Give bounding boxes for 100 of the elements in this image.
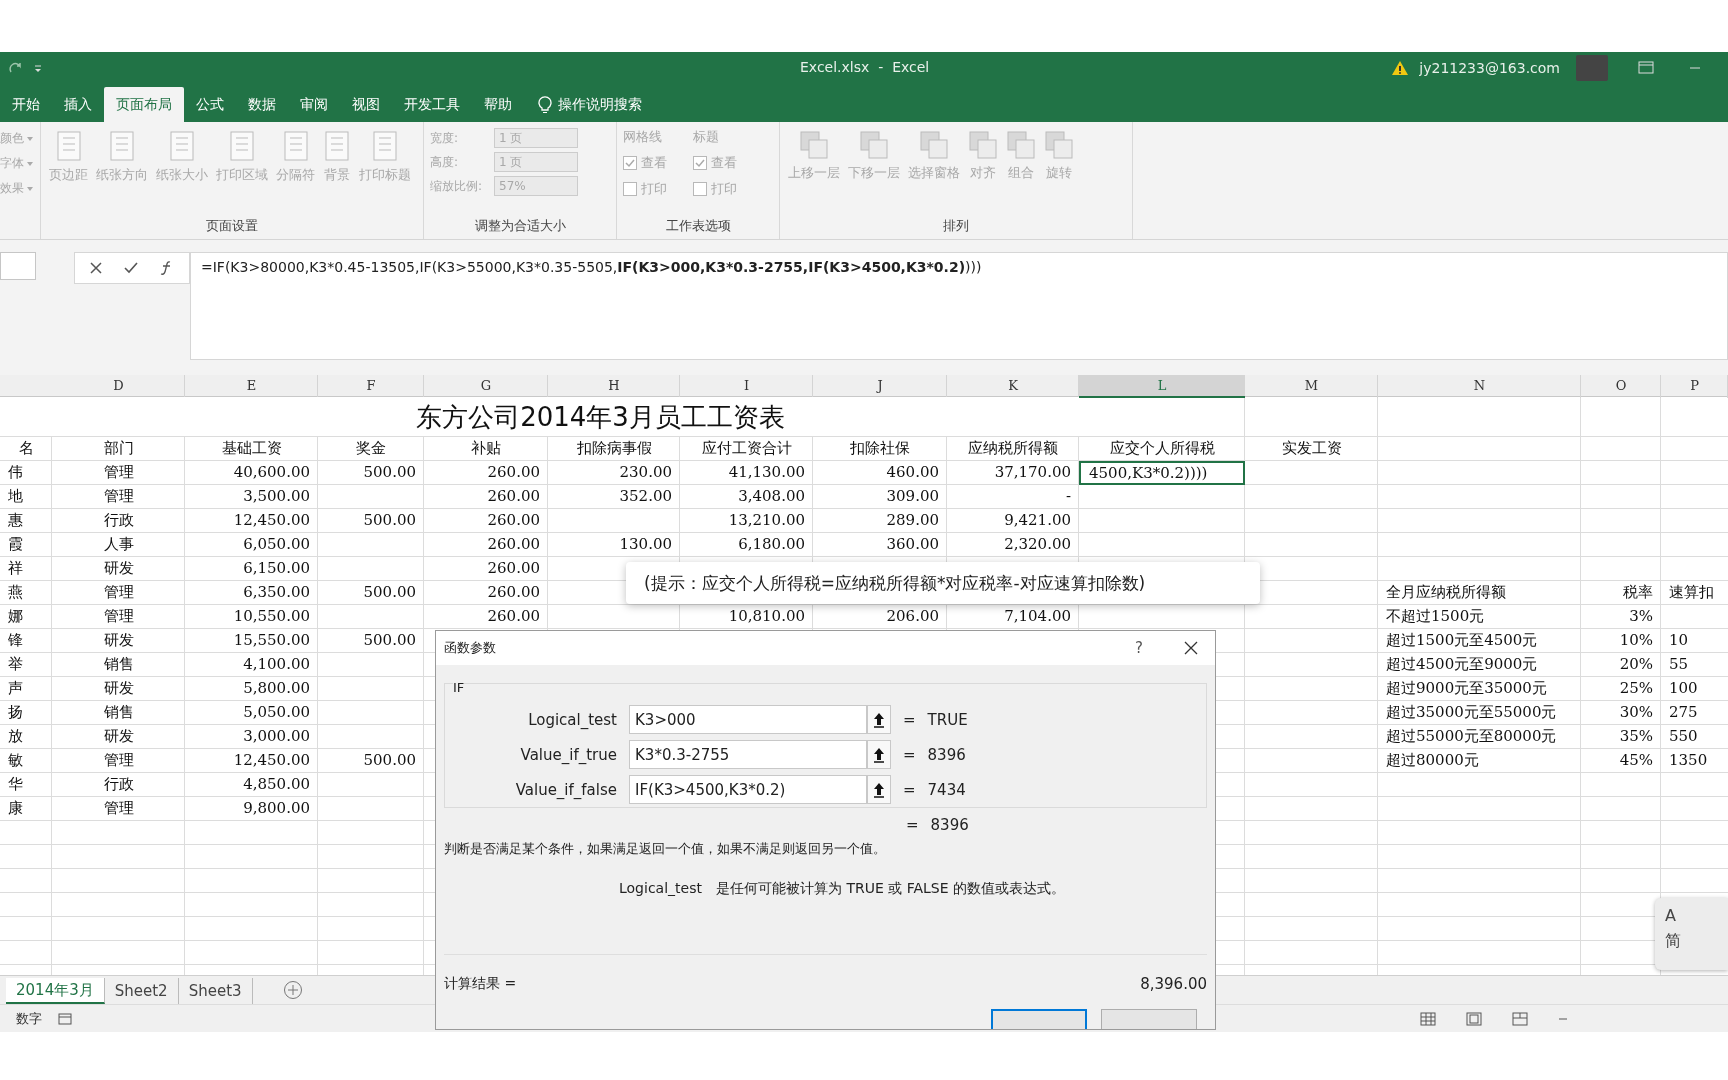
table-cell-text: 华 <box>7 774 24 795</box>
window-title: Excel.xlsx - Excel <box>800 59 930 75</box>
argument-input[interactable]: IF(K3>4500,K3*0.2) <box>629 775 867 804</box>
upload-arrow-icon <box>873 746 885 763</box>
lightbulb-icon <box>538 95 552 114</box>
ribbon-display-icon[interactable] <box>1638 61 1654 74</box>
ribbon-tab[interactable]: 帮助 <box>472 87 524 122</box>
layers-icon <box>1044 130 1074 160</box>
column-header[interactable]: G <box>424 375 548 398</box>
ime-language[interactable]: A <box>1665 906 1718 925</box>
table-cell-text: 550 <box>1668 726 1699 747</box>
ime-mode[interactable]: 简 <box>1665 931 1718 952</box>
equals-sign: = <box>906 816 919 834</box>
argument-label: Value_if_true <box>519 745 618 764</box>
table-cell-text: 260.00 <box>486 486 541 507</box>
table-cell-text: 10% <box>1618 630 1654 651</box>
formula-input[interactable]: =IF(K3>80000,K3*0.45-13505,IF(K3>55000,K3*0.35-5505,IF(K3>000,K3*0.3-2755,IF(K3>4500,K3*0.2)))) <box>190 252 1728 360</box>
collapse-button[interactable] <box>867 705 891 734</box>
warning-icon[interactable] <box>1391 59 1410 76</box>
ribbon-tab[interactable]: 数据 <box>236 87 288 122</box>
ribbon-tab[interactable]: 视图 <box>340 87 392 122</box>
table-cell-text: 10,550.00 <box>232 606 311 627</box>
table-cell-text: 放 <box>7 726 24 747</box>
table-cell-text: 3,000.00 <box>242 726 311 747</box>
sheet-tab[interactable]: 2014年3月 <box>6 978 105 1004</box>
collapse-button[interactable] <box>867 775 891 804</box>
add-sheet-icon[interactable] <box>282 980 303 1000</box>
table-cell-text: 人事 <box>102 534 135 555</box>
page-break-icon[interactable] <box>1512 1011 1528 1026</box>
page-layout-icon[interactable] <box>1466 1011 1482 1026</box>
equals-sign: = <box>903 745 916 764</box>
collapse-button[interactable] <box>867 740 891 769</box>
table-cell-text: 超过35000元至55000元 <box>1385 702 1558 723</box>
table-cell-text: 37,170.00 <box>993 462 1072 483</box>
table-cell-text: 6,150.00 <box>242 558 311 579</box>
table-cell-text: 研发 <box>102 558 135 579</box>
ribbon-tab[interactable]: 审阅 <box>288 87 340 122</box>
column-header[interactable]: J <box>813 375 947 398</box>
table-cell-text: 500.00 <box>362 462 417 483</box>
help-button[interactable]: ? <box>1135 639 1143 657</box>
normal-view-icon[interactable] <box>1420 1011 1436 1026</box>
group-label: 页面设置 <box>205 217 259 235</box>
layers-icon <box>799 130 829 160</box>
table-cell-text: 10 <box>1668 630 1690 651</box>
input-method-widget[interactable]: A 简 <box>1655 898 1728 970</box>
enter-icon[interactable] <box>123 261 139 275</box>
column-header[interactable]: L <box>1079 375 1245 398</box>
table-cell-text: 管理 <box>102 606 135 627</box>
checkbox-label: 打印 <box>641 180 667 198</box>
table-cell-text: 超过9000元至35000元 <box>1385 678 1548 699</box>
table-cell-text: 部门 <box>102 438 135 459</box>
table-cell-text: 55 <box>1668 654 1690 675</box>
table-cell-text: 娜 <box>7 606 24 627</box>
table-cell-text: 20% <box>1618 654 1654 675</box>
table-cell-text: 206.00 <box>885 606 940 627</box>
table-cell-text: 补贴 <box>470 438 502 459</box>
column-header[interactable]: K <box>947 375 1079 398</box>
active-cell[interactable]: 4500,K3*0.2)))) <box>1079 461 1245 485</box>
ribbon-tab[interactable]: 页面布局 <box>104 87 184 122</box>
table-cell-text: 应交个人所得税 <box>1108 438 1216 459</box>
argument-input[interactable]: K3*0.3-2755 <box>629 740 867 769</box>
column-header[interactable]: E <box>185 375 318 398</box>
page-icon <box>323 130 351 162</box>
table-cell-text: 10,810.00 <box>727 606 806 627</box>
option-heading: 网格线 <box>623 128 663 146</box>
column-header[interactable]: P <box>1661 375 1728 398</box>
table-cell-text: 7,104.00 <box>1003 606 1072 627</box>
status-mode: 数字 <box>16 1009 42 1028</box>
table-cell-text: 管理 <box>102 486 135 507</box>
column-header[interactable]: D <box>52 375 185 398</box>
column-header[interactable]: N <box>1378 375 1581 398</box>
caret-icon <box>26 160 34 167</box>
column-header[interactable]: F <box>318 375 424 398</box>
redo-icon[interactable] <box>8 60 24 75</box>
table-cell-text: 3,500.00 <box>242 486 311 507</box>
column-header[interactable]: H <box>548 375 680 398</box>
ribbon-tab[interactable]: 开发工具 <box>392 87 472 122</box>
tell-me-search[interactable]: 操作说明搜索 <box>524 87 656 122</box>
table-cell-text: 销售 <box>102 702 135 723</box>
macro-record-icon[interactable] <box>58 1012 72 1025</box>
caret-icon <box>26 185 34 192</box>
account-name[interactable]: jy211233@163.com <box>1419 59 1560 76</box>
table-cell-text: 35% <box>1618 726 1654 747</box>
option-heading: 标题 <box>693 128 720 146</box>
column-header[interactable]: M <box>1245 375 1378 398</box>
table-cell-text: 6,050.00 <box>242 534 311 555</box>
field-label: 宽度: <box>430 129 460 147</box>
ribbon-tab[interactable]: 插入 <box>52 87 104 122</box>
table-cell-text: - <box>1064 486 1072 507</box>
table-cell-text: 40,600.00 <box>232 462 311 483</box>
customize-icon[interactable] <box>34 62 42 73</box>
argument-input[interactable]: K3>000 <box>629 705 867 734</box>
column-header[interactable]: I <box>680 375 813 398</box>
column-header[interactable]: O <box>1581 375 1661 398</box>
ribbon-tab[interactable]: 公式 <box>184 87 236 122</box>
close-icon[interactable] <box>1183 640 1199 656</box>
ribbon-tab[interactable]: 开始 <box>0 87 52 122</box>
table-cell-text: 260.00 <box>486 462 541 483</box>
cancel-icon[interactable] <box>89 261 103 275</box>
table-cell-text: 伟 <box>7 462 24 483</box>
